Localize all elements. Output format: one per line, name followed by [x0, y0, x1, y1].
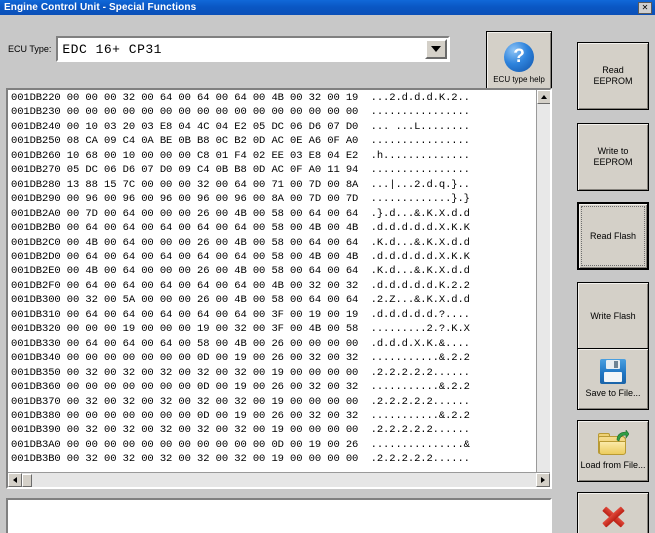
write-eeprom-label: Write to EEPROM: [593, 146, 633, 167]
save-to-file-button[interactable]: Save to File...: [577, 348, 649, 410]
status-panel: [6, 498, 552, 533]
hex-dump-line: 001DB300 00 32 00 5A 00 00 00 26 00 4B 0…: [11, 294, 470, 307]
hex-dump-line: 001DB220 00 00 00 32 00 64 00 64 00 64 0…: [11, 92, 470, 104]
triangle-up-icon: [541, 95, 547, 99]
close-button[interactable]: ✕: [638, 1, 652, 14]
hex-dump-line: 001DB360 00 00 00 00 00 00 00 0D 00 19 0…: [11, 381, 470, 394]
question-mark-icon: ?: [504, 42, 534, 72]
vertical-scrollbar[interactable]: [536, 90, 550, 473]
hex-dump-line: 001DB270 05 DC 06 D6 07 D0 09 C4 0B B8 0…: [11, 164, 470, 177]
red-x-icon: [600, 504, 626, 528]
load-from-file-label: Load from File...: [580, 459, 646, 470]
hex-dump-line: 001DB2C0 00 4B 00 64 00 00 00 26 00 4B 0…: [11, 236, 470, 249]
hex-dump-view[interactable]: 001DB220 00 00 00 32 00 64 00 64 00 64 0…: [6, 88, 552, 489]
hex-dump-line: 001DB260 10 68 00 10 00 00 00 C8 01 F4 0…: [11, 149, 470, 162]
window-title: Engine Control Unit - Special Functions: [4, 2, 197, 13]
ecu-type-row: ECU Type: EDC 16+ CP31: [8, 33, 463, 65]
hex-dump-line: 001DB2E0 00 4B 00 64 00 00 00 26 00 4B 0…: [11, 265, 470, 278]
ecu-type-help-label: ECU type help: [493, 75, 545, 84]
hex-dump-line: 001DB370 00 32 00 32 00 32 00 32 00 32 0…: [11, 395, 470, 408]
chevron-down-icon[interactable]: [425, 39, 448, 59]
triangle-left-icon: [13, 477, 17, 483]
client-area: ECU Type: EDC 16+ CP31 ? ECU type help 0…: [0, 15, 655, 533]
window-titlebar: Engine Control Unit - Special Functions …: [0, 0, 655, 15]
hex-dump-line: 001DB230 00 00 00 00 00 00 00 00 00 00 0…: [11, 106, 470, 119]
chevron-down-glyph: [431, 46, 442, 52]
vertical-scroll-thumb[interactable]: [537, 104, 550, 459]
hex-dump-line: 001DB390 00 32 00 32 00 32 00 32 00 32 0…: [11, 424, 470, 437]
ecu-special-functions-window: Engine Control Unit - Special Functions …: [0, 0, 655, 533]
action-button-panel: Read EEPROM Write to EEPROM Read Flash Writ…: [570, 30, 655, 533]
ecu-type-value: EDC 16+ CP31: [62, 41, 162, 57]
hex-dump-line: 001DB310 00 64 00 64 00 64 00 64 00 64 0…: [11, 308, 470, 321]
read-eeprom-label: Read EEPROM: [593, 65, 633, 86]
read-flash-button[interactable]: Read Flash: [577, 202, 649, 270]
hex-dump-line: 001DB280 13 88 15 7C 00 00 00 32 00 64 0…: [11, 178, 470, 191]
folder-open-icon: [598, 429, 629, 456]
hex-dump-line: 001DB240 00 10 03 20 03 E8 04 4C 04 E2 0…: [11, 120, 470, 133]
read-flash-label: Read Flash: [589, 230, 637, 241]
write-flash-button[interactable]: Write Flash: [577, 282, 649, 350]
write-flash-label: Write Flash: [590, 310, 636, 321]
save-to-file-label: Save to File...: [585, 388, 641, 398]
hex-dump-line: 001DB2A0 00 7D 00 64 00 00 00 26 00 4B 0…: [11, 207, 470, 220]
scroll-right-button[interactable]: [536, 473, 550, 487]
hex-dump-line: 001DB3A0 00 00 00 00 00 00 00 00 00 00 0…: [11, 438, 470, 451]
horizontal-scrollbar[interactable]: [8, 472, 550, 487]
ecu-type-help-button[interactable]: ? ECU type help: [486, 31, 552, 95]
hex-dump-line: 001DB350 00 32 00 32 00 32 00 32 00 32 0…: [11, 366, 470, 379]
hex-dump-lines: 001DB220 00 00 00 32 00 64 00 64 00 64 0…: [8, 91, 536, 467]
hex-dump-line: 001DB340 00 00 00 00 00 00 00 0D 00 19 0…: [11, 352, 470, 365]
hex-dump-line: 001DB2D0 00 64 00 64 00 64 00 64 00 64 0…: [11, 250, 470, 263]
exit-button[interactable]: Exit: [577, 492, 649, 533]
hex-dump-line: 001DB2B0 00 64 00 64 00 64 00 64 00 64 0…: [11, 222, 470, 235]
write-eeprom-button[interactable]: Write to EEPROM: [577, 123, 649, 191]
scroll-left-button[interactable]: [8, 473, 22, 487]
hex-dump-line: 001DB250 08 CA 09 C4 0A BE 0B B8 0C B2 0…: [11, 135, 470, 148]
triangle-right-icon: [541, 477, 545, 483]
scroll-up-button[interactable]: [537, 90, 550, 104]
hex-dump-line: 001DB330 00 64 00 64 00 64 00 58 00 4B 0…: [11, 337, 470, 350]
floppy-disk-icon: [600, 359, 626, 384]
hex-dump-line: 001DB320 00 00 00 19 00 00 00 19 00 32 0…: [11, 323, 470, 336]
hex-dump-line: 001DB3B0 00 32 00 32 00 32 00 32 00 32 0…: [11, 453, 470, 466]
hex-dump-line: 001DB290 00 96 00 96 00 96 00 96 00 96 0…: [11, 193, 470, 206]
ecu-type-label: ECU Type:: [8, 44, 52, 54]
ecu-type-combobox[interactable]: EDC 16+ CP31: [56, 36, 451, 62]
read-eeprom-button[interactable]: Read EEPROM: [577, 42, 649, 110]
horizontal-scroll-thumb[interactable]: [22, 474, 32, 487]
hex-dump-line: 001DB380 00 00 00 00 00 00 00 0D 00 19 0…: [11, 409, 470, 422]
load-from-file-button[interactable]: Load from File...: [577, 420, 649, 482]
hex-dump-line: 001DB2F0 00 64 00 64 00 64 00 64 00 64 0…: [11, 279, 470, 292]
